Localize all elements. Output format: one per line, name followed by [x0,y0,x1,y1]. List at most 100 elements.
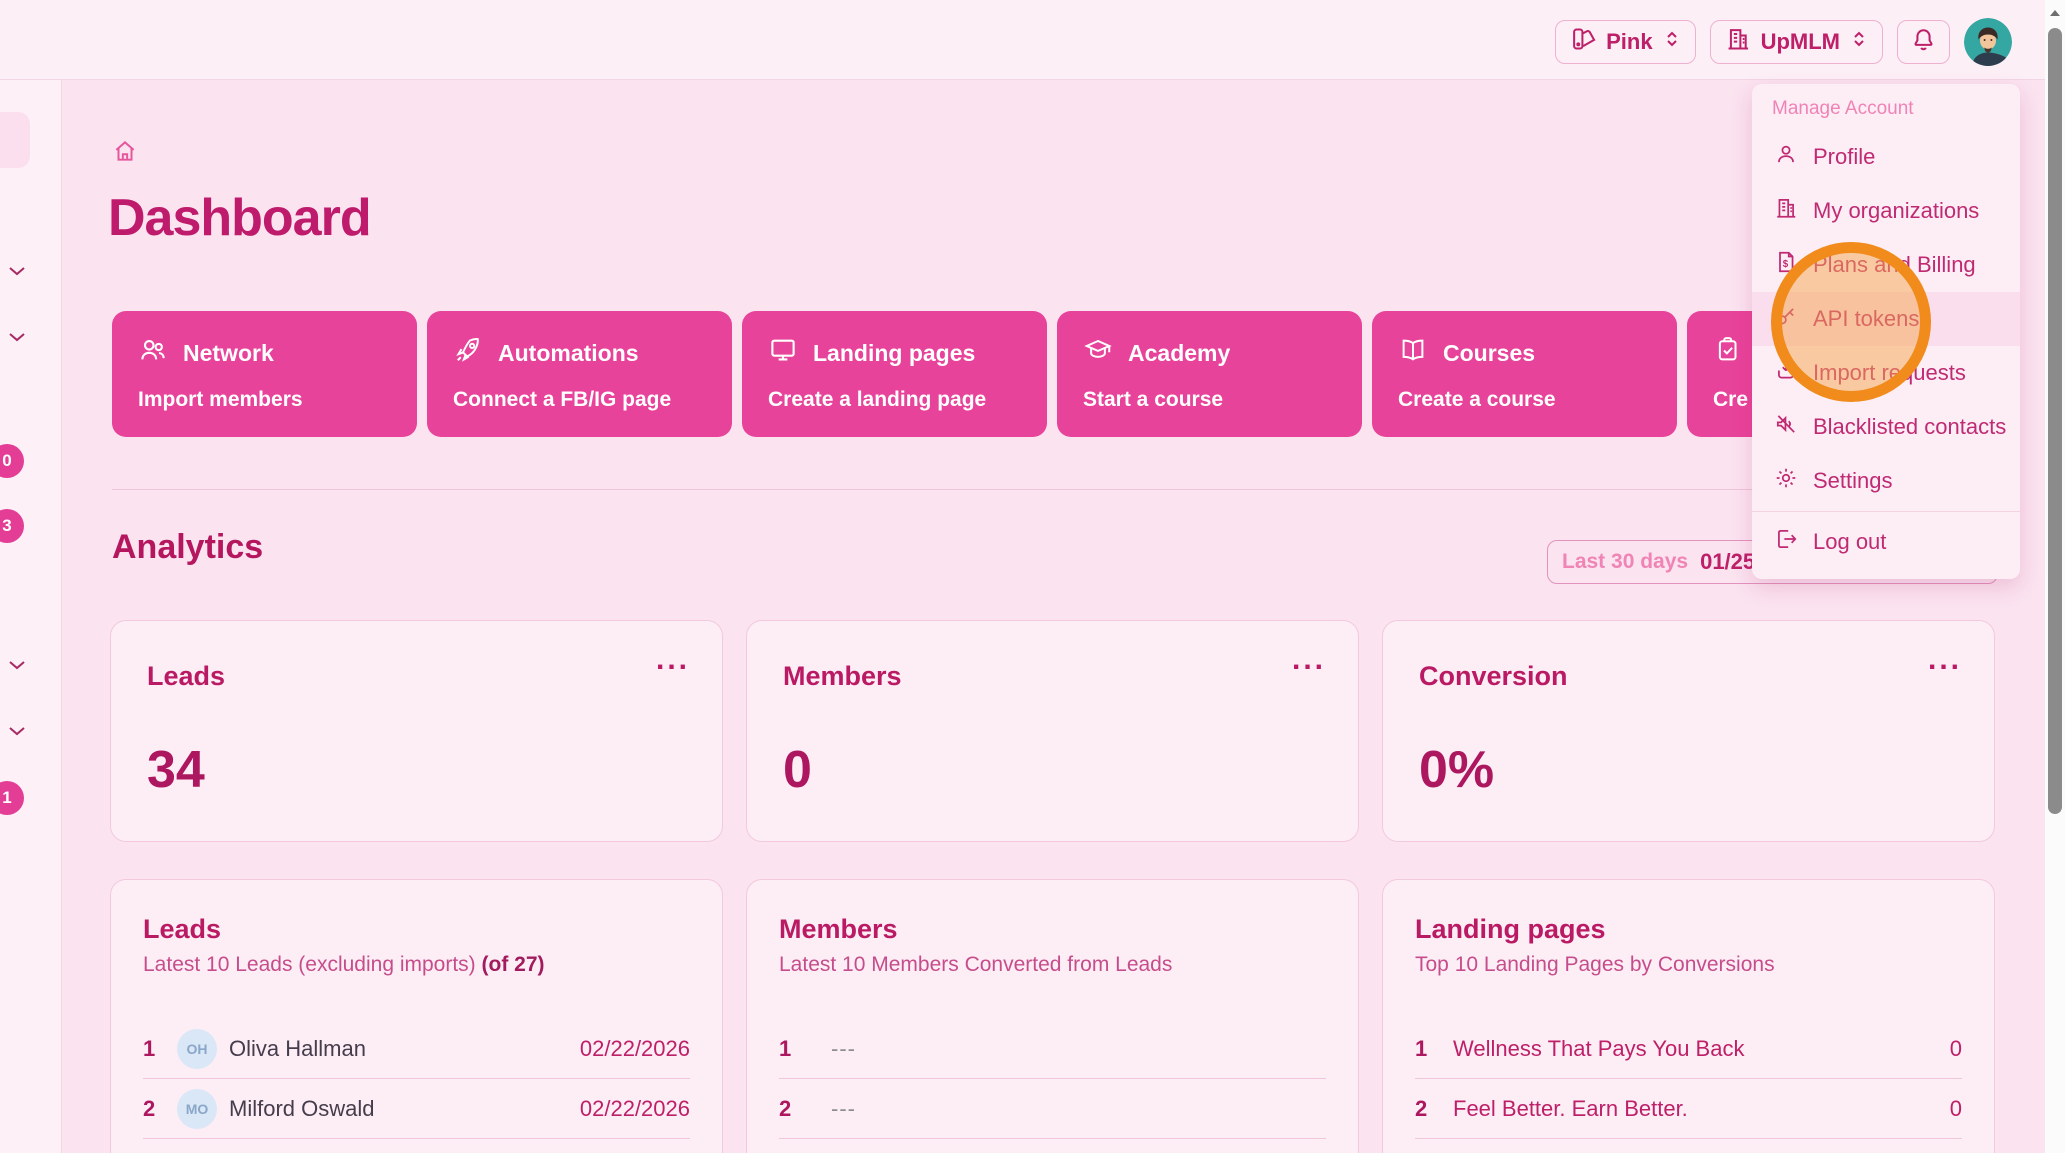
menu-item-label: Plans and Billing [1813,252,1976,277]
table-row[interactable]: 1 Wellness That Pays You Back 0 [1415,1019,1962,1079]
theme-label: Pink [1606,29,1653,54]
quick-action-landing-pages[interactable]: Landing pages Create a landing page [742,311,1047,437]
ellipsis-menu-icon[interactable]: ... [1292,643,1326,677]
quick-action-title: Academy [1128,339,1231,366]
scrollbar-thumb[interactable] [2048,28,2062,814]
row-rank: 1 [779,1035,792,1061]
list-subtitle: Latest 10 Members Converted from Leads [779,953,1173,976]
quick-action-academy[interactable]: Academy Start a course [1057,311,1362,437]
list-card-leads: Leads Latest 10 Leads (excluding imports… [110,879,723,1153]
menu-item-log-out[interactable]: Log out [1752,515,2020,569]
conversion-count: 0 [1949,1095,1962,1121]
landing-page-name: Feel Better. Earn Better. [1453,1095,1688,1121]
stat-title: Leads [147,661,226,691]
logout-icon [1774,527,1798,557]
sidebar-active-item[interactable] [0,112,30,168]
section-divider [112,489,1998,490]
graduation-cap-icon [1083,335,1113,371]
menu-section-header: Manage Account [1772,98,1914,119]
table-row[interactable]: 1 --- [779,1019,1326,1079]
stat-card-leads: Leads ... 34 [110,620,723,842]
table-row[interactable]: 2 Feel Better. Earn Better. 0 [1415,1079,1962,1139]
row-rank: 1 [1415,1035,1428,1061]
menu-item-label: API tokens [1813,306,1920,331]
organization-selector-button[interactable]: UpMLM [1709,20,1883,64]
menu-item-label: Log out [1813,529,1887,554]
topbar: Pink UpMLM [0,0,2045,80]
quick-action-subtitle: Create a landing page [768,388,987,411]
rocket-icon [453,335,483,371]
vertical-scrollbar[interactable] [2045,0,2065,1153]
home-icon[interactable] [112,138,138,169]
import-icon [1774,358,1798,388]
avatar: OH [177,1028,217,1069]
chevron-down-icon[interactable] [6,656,28,679]
gear-icon [1774,466,1798,496]
stats-row: Leads ... 34 Members ... 0 Conversion ..… [110,620,1995,842]
quick-action-automations[interactable]: Automations Connect a FB/IG page [427,311,732,437]
page-title: Dashboard [108,189,372,247]
muted-megaphone-icon [1774,412,1798,442]
chevron-down-icon[interactable] [6,262,28,285]
menu-item-settings[interactable]: Settings [1752,454,2020,508]
quick-action-title: Automations [498,339,639,366]
stat-card-members: Members ... 0 [746,620,1359,842]
menu-item-plans-and-billing[interactable]: $ Plans and Billing [1752,238,2020,292]
analytics-title: Analytics [112,528,264,566]
lead-date: 02/22/2026 [579,1035,690,1061]
main-content: Dashboard Network Import members Automat… [62,80,2045,1153]
table-row[interactable]: 2 MO Milford Oswald 02/22/2026 [143,1079,690,1139]
quick-action-subtitle: Start a course [1083,388,1224,411]
sidebar-collapsed: 0 3 1 [0,80,62,1153]
lead-date: 02/22/2026 [579,1095,690,1121]
building-icon [1774,196,1798,226]
chevron-down-icon[interactable] [6,722,28,745]
ellipsis-menu-icon[interactable]: ... [656,643,690,677]
svg-text:$: $ [1783,259,1789,270]
avatar: MO [177,1088,217,1129]
org-label: UpMLM [1760,29,1840,54]
quick-action-subtitle: Import members [138,388,303,411]
stat-value: 0 [783,741,812,799]
list-title: Landing pages [1415,914,1606,944]
ellipsis-menu-icon[interactable]: ... [1928,643,1962,677]
theme-selector-button[interactable]: Pink [1555,20,1696,64]
menu-item-import-requests[interactable]: Import requests [1752,346,2020,400]
lead-name: Oliva Hallman [229,1035,366,1061]
stat-value: 34 [147,741,205,799]
menu-item-label: Blacklisted contacts [1813,414,2007,439]
lists-row: Leads Latest 10 Leads (excluding imports… [110,879,1995,1153]
conversion-count: 0 [1949,1035,1962,1061]
open-book-icon [1398,335,1428,371]
quick-actions-row: Network Import members Automations Conne… [112,311,2005,437]
quick-action-network[interactable]: Network Import members [112,311,417,437]
table-row[interactable]: 1 OH Oliva Hallman 02/22/2026 [143,1019,690,1079]
menu-item-blacklisted-contacts[interactable]: Blacklisted contacts [1752,400,2020,454]
stat-title: Members [783,661,902,691]
list-subtitle: Latest 10 Leads (excluding imports) [143,953,482,976]
table-row[interactable]: 2 --- [779,1079,1326,1139]
menu-item-api-tokens[interactable]: API tokens [1752,292,2020,346]
menu-item-my-organizations[interactable]: My organizations [1752,184,2020,238]
chevron-down-icon[interactable] [6,328,28,351]
menu-item-label: Profile [1813,144,1876,169]
row-rank: 2 [779,1095,792,1121]
quick-action-title: Courses [1443,339,1536,366]
user-avatar[interactable] [1964,18,2012,66]
scroll-up-arrow-icon[interactable] [2048,6,2062,20]
quick-action-courses[interactable]: Courses Create a course [1372,311,1677,437]
date-range-label: Last 30 days [1562,550,1689,573]
chevron-updown-icon [1850,28,1868,56]
landing-page-name: Wellness That Pays You Back [1453,1035,1745,1061]
list-card-landing-pages: Landing pages Top 10 Landing Pages by Co… [1382,879,1995,1153]
stat-value: 0% [1419,741,1495,799]
key-icon [1774,304,1798,334]
menu-item-label: Settings [1813,468,1893,493]
menu-item-profile[interactable]: Profile [1752,130,2020,184]
quick-action-title: Network [183,339,274,366]
row-rank: 2 [143,1095,156,1121]
notifications-button[interactable] [1897,20,1950,64]
empty-value: --- [831,1095,856,1121]
list-title: Leads [143,914,222,944]
sidebar-count-badge: 3 [0,509,24,543]
